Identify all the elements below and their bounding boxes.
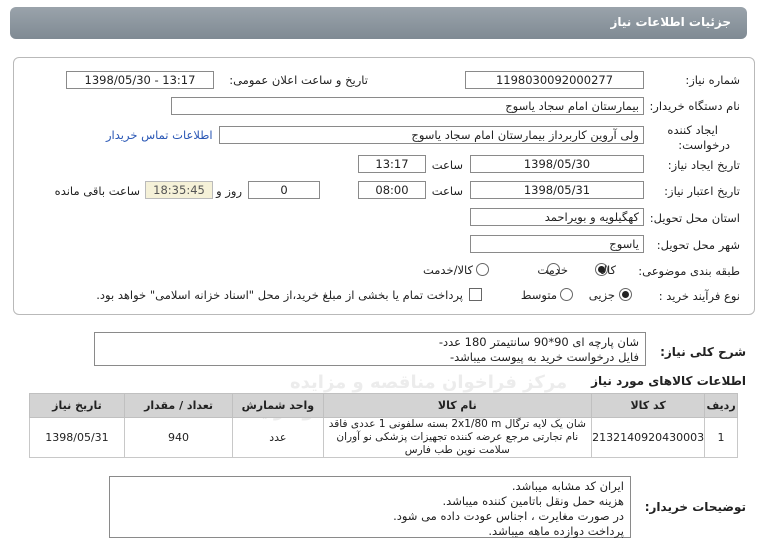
cell-name-line-1: شان یک لایه ترگال 2x1/80 m بسته سلفونی 1… <box>328 418 586 430</box>
cell-name-line-3: سلامت نوین طب فارس <box>404 444 510 456</box>
cell-name-line-2: نام تجارتی مرجع عرضه کننده تجهیزات پزشکی… <box>336 431 579 443</box>
table-row: 1 2132140920430003 شان یک لایه ترگال 2x1… <box>29 417 738 458</box>
category-label: طبقه بندی موضوعی: <box>638 264 740 278</box>
buyer-note-line-1: ایران کد مشابه میباشد. <box>511 479 624 493</box>
announce-datetime-label: تاریخ و ساعت اعلان عمومی: <box>229 73 368 87</box>
header-bar: جزئیات اطلاعات نیاز <box>10 7 747 39</box>
city-field: یاسوج <box>470 235 644 253</box>
buyer-note-line-2: هزینه حمل ونقل باتامین کننده میباشد. <box>442 494 624 508</box>
remaining-days-field: 0 <box>248 181 320 199</box>
category-goods-service-label: کالا/خدمت <box>422 263 473 277</box>
items-section-title: اطلاعات کالاهای مورد نیاز <box>591 374 746 388</box>
col-qty-header: تعداد / مقدار <box>123 393 234 418</box>
purchase-medium-label: متوسط <box>520 288 557 302</box>
validity-time-field: 08:00 <box>358 181 426 199</box>
creator-label-line1: ایجاد کننده <box>667 123 718 137</box>
need-date-label: تاریخ ایجاد نیاز: <box>667 158 740 172</box>
purchase-minor-label: جزیی <box>588 288 615 302</box>
creator-label-line2: درخواست: <box>678 138 730 152</box>
province-field: کهگیلویه و بویراحمد <box>470 208 644 226</box>
need-number-label: شماره نیاز: <box>685 73 740 87</box>
buyer-org-field: بیمارستان امام سجاد یاسوج <box>171 97 644 115</box>
buyer-contact-link[interactable]: اطلاعات تماس خریدار <box>106 128 213 142</box>
summary-field: شان پارچه ای 90*90 سانتیمتر 180 عدد- فای… <box>94 332 646 366</box>
summary-line-2: فایل درخواست خرید به پیوست میباشد- <box>449 350 639 364</box>
days-label: روز و <box>216 184 242 198</box>
page-title: جزئیات اطلاعات نیاز <box>610 15 731 29</box>
cell-unit: عدد <box>232 417 324 458</box>
col-date-header: تاریخ نیاز <box>29 393 125 418</box>
validity-date-field: 1398/05/31 <box>470 181 644 199</box>
items-table: ردیف کد کالا نام کالا واحد شمارش تعداد /… <box>29 393 738 458</box>
city-label: شهر محل تحویل: <box>656 238 740 252</box>
purchase-type-label: نوع فرآیند خرید : <box>658 289 740 303</box>
remaining-time-field: 18:35:45 <box>145 181 213 199</box>
need-number-field: 1198030092000277 <box>465 71 644 89</box>
need-time-label: ساعت <box>431 158 463 172</box>
buyer-notes-label: توضیحات خریدار: <box>644 500 746 514</box>
cell-date: 1398/05/31 <box>29 417 125 458</box>
category-service-label: خدمت <box>537 263 568 277</box>
purchase-minor-radio[interactable] <box>619 288 632 301</box>
cell-code: 2132140920430003 <box>591 417 706 458</box>
validity-time-label: ساعت <box>431 184 463 198</box>
col-name-header: نام کالا <box>322 393 593 418</box>
validity-date-label: تاریخ اعتبار نیاز: <box>664 184 740 198</box>
col-row-header: ردیف <box>704 393 738 418</box>
announce-datetime-field: 1398/05/30 - 13:17 <box>66 71 214 89</box>
treasury-note: پرداخت تمام یا بخشی از مبلغ خرید،از محل … <box>96 288 463 302</box>
creator-field: ولی آروین کاربرداز بیمارستان امام سجاد ی… <box>219 126 644 144</box>
summary-line-1: شان پارچه ای 90*90 سانتیمتر 180 عدد- <box>438 335 639 349</box>
treasury-payment-checkbox[interactable] <box>469 288 482 301</box>
cell-row: 1 <box>704 417 738 458</box>
province-label: استان محل تحویل: <box>649 211 740 225</box>
remaining-time-label: ساعت باقی مانده <box>54 184 140 198</box>
cell-qty: 940 <box>123 417 234 458</box>
col-unit-header: واحد شمارش <box>232 393 324 418</box>
items-table-header: ردیف کد کالا نام کالا واحد شمارش تعداد /… <box>29 393 738 418</box>
col-code-header: کد کالا <box>591 393 706 418</box>
summary-label: شرح کلی نیاز: <box>660 345 746 359</box>
buyer-note-line-4: پرداخت دوازده ماهه میباشد. <box>488 524 624 538</box>
purchase-medium-radio[interactable] <box>560 288 573 301</box>
watermark-portal-1: مرکز فراخوان مناقصه و مزایده <box>290 372 568 393</box>
buyer-notes-field: ایران کد مشابه میباشد. هزینه حمل ونقل با… <box>109 476 631 538</box>
cell-name: شان یک لایه ترگال 2x1/80 m بسته سلفونی 1… <box>322 417 593 458</box>
buyer-org-label: نام دستگاه خریدار: <box>649 99 740 113</box>
need-date-field: 1398/05/30 <box>470 155 644 173</box>
category-goods-label: کالا <box>600 263 616 277</box>
category-goods-service-radio[interactable] <box>476 263 489 276</box>
need-time-field: 13:17 <box>358 155 426 173</box>
buyer-note-line-3: در صورت مغایرت ، اجناس عودت داده می شود. <box>393 509 624 523</box>
